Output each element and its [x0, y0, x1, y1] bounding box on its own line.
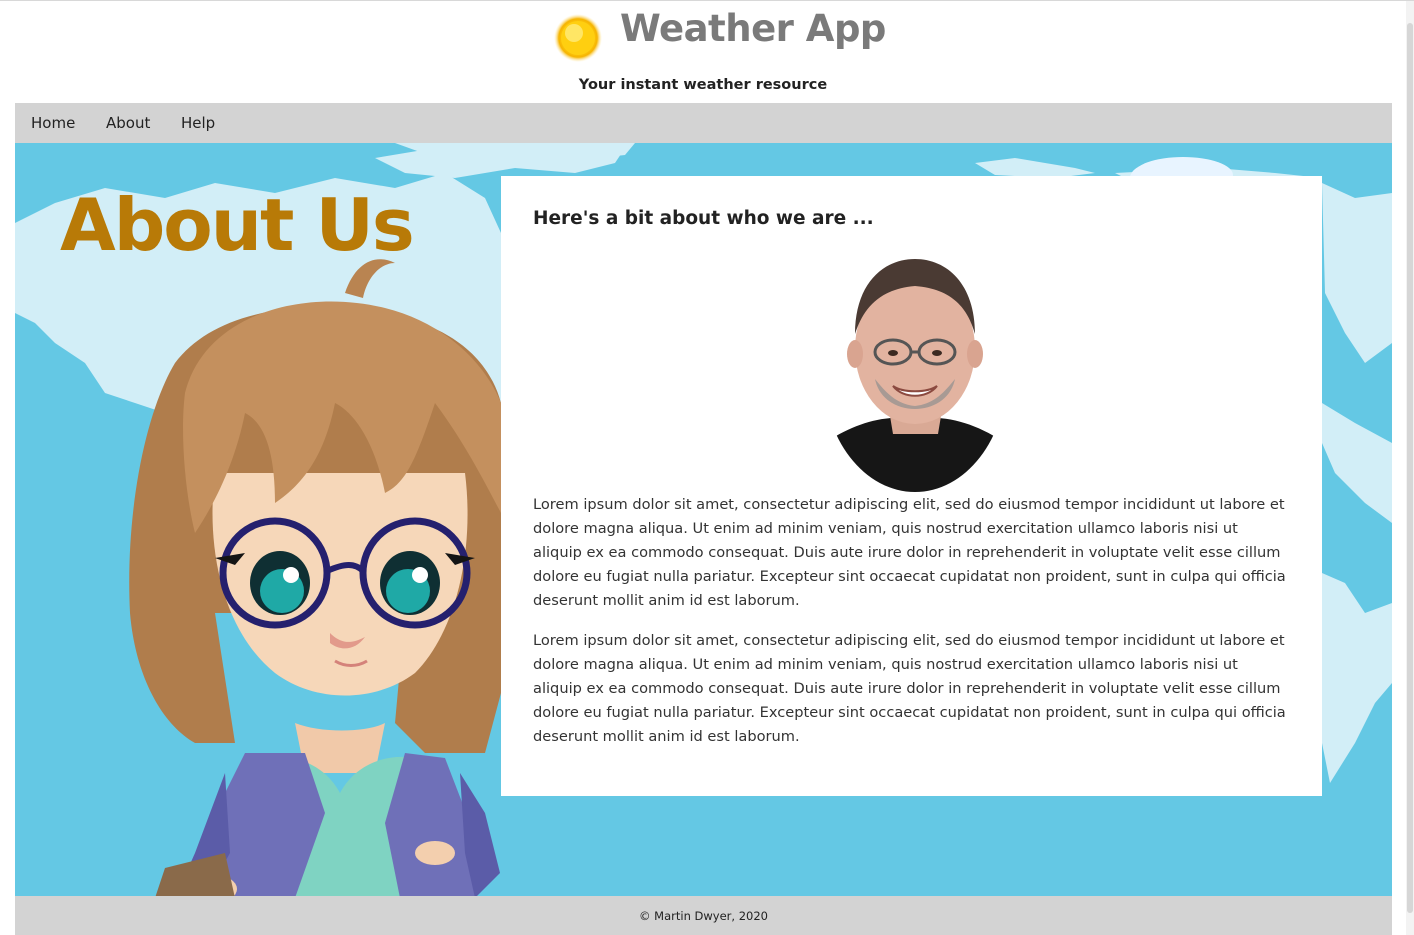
- about-card: Here's a bit about who we are ... Lorem …: [501, 176, 1322, 796]
- nav-home-link[interactable]: Home: [31, 114, 75, 132]
- scrollbar-thumb[interactable]: [1407, 23, 1413, 913]
- about-paragraph-1: Lorem ipsum dolor sit amet, consectetur …: [533, 496, 1286, 609]
- nav-help-link[interactable]: Help: [181, 114, 215, 132]
- site-header: Weather App Your instant weather resourc…: [0, 1, 1406, 103]
- main-nav: Home About Help: [15, 103, 1392, 143]
- copyright-text: © Martin Dwyer, 2020: [639, 909, 768, 923]
- nav-about-link[interactable]: About: [106, 114, 150, 132]
- about-paragraph-2: Lorem ipsum dolor sit amet, consectetur …: [533, 632, 1286, 745]
- tagline: Your instant weather resource: [578, 77, 828, 93]
- cartoon-girl-illustration: [129, 259, 501, 896]
- scrollbar[interactable]: [1406, 1, 1414, 935]
- about-main: About Us Here's a bit about who we are .…: [15, 143, 1392, 896]
- page: Weather App Your instant weather resourc…: [0, 0, 1414, 935]
- profile-portrait: [823, 254, 1007, 492]
- app-title: Weather App: [620, 7, 886, 50]
- site-footer: © Martin Dwyer, 2020: [15, 896, 1392, 935]
- card-heading: Here's a bit about who we are ...: [533, 208, 874, 229]
- sun-icon: [554, 14, 602, 62]
